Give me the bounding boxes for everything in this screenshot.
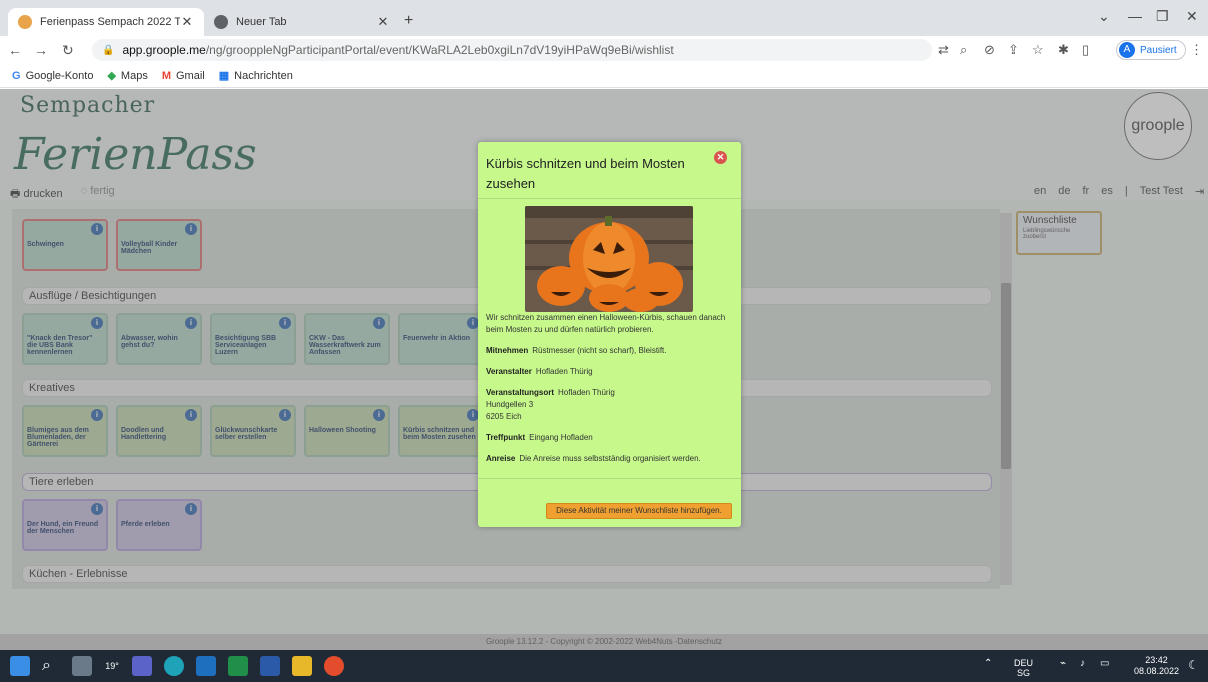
teams-icon[interactable]: [132, 656, 152, 676]
mitnehmen-value: Rüstmesser (nicht so scharf), Bleistift.: [532, 346, 667, 355]
browser-tab-bar: Ferienpass Sempach 2022 Test Te ✕ Neuer …: [0, 0, 1208, 36]
bookmark-star-icon[interactable]: ☆: [1032, 42, 1044, 58]
bookmark-label: Google-Konto: [25, 69, 94, 82]
ort-label: Veranstaltungsort: [486, 388, 555, 397]
maximize-icon[interactable]: ❐: [1156, 8, 1169, 25]
bookmark-label: Nachrichten: [234, 69, 293, 82]
eye-slash-icon[interactable]: ⊘: [984, 42, 995, 58]
treffpunkt-value: Eingang Hofladen: [529, 433, 593, 442]
network-icon[interactable]: ⌁: [1060, 658, 1066, 669]
add-to-wishlist-button[interactable]: Diese Aktivität meiner Wunschliste hinzu…: [546, 503, 732, 519]
tab-search-chevron-icon[interactable]: ⌄: [1098, 8, 1110, 25]
profile-button[interactable]: A Pausiert: [1116, 40, 1186, 60]
mitnehmen-label: Mitnehmen: [486, 346, 529, 355]
extensions-icon[interactable]: ✱: [1058, 42, 1069, 58]
modal-body: Wir schnitzen zusammen einen Halloween-K…: [486, 312, 734, 474]
url-path: /ng/grooppleNgParticipantPortal/event/KW…: [205, 43, 674, 57]
ferienpass-favicon-icon: [18, 15, 32, 29]
gmail-icon: M: [161, 69, 171, 82]
mitnehmen-row: Mitnehmen Rüstmesser (nicht so scharf), B…: [486, 345, 734, 357]
pumpkin-image: [525, 206, 693, 312]
chrome-favicon-icon: [214, 15, 228, 29]
bookmark-google-konto[interactable]: G Google-Konto: [12, 70, 93, 82]
share-icon[interactable]: ⇪: [1008, 42, 1019, 58]
side-panel-icon[interactable]: ▯: [1082, 42, 1089, 58]
ort-row: Veranstaltungsort Hofladen Thürig Hundgell…: [486, 387, 734, 423]
search-icon[interactable]: ⌕: [42, 656, 62, 676]
tab-title: Ferienpass Sempach 2022 Test Te: [40, 16, 180, 28]
close-tab-icon[interactable]: ✕: [180, 14, 194, 30]
avatar: A: [1119, 42, 1135, 58]
lock-icon[interactable]: 🔒: [102, 45, 114, 56]
word-icon[interactable]: [260, 656, 280, 676]
veranstalter-label: Veranstalter: [486, 367, 532, 376]
edge-icon[interactable]: [164, 656, 184, 676]
anreise-row: Anreise Die Anreise muss selbstständig or…: [486, 453, 734, 465]
bookmark-nachrichten[interactable]: ▦ Nachrichten: [218, 69, 293, 83]
outlook-icon[interactable]: [196, 656, 216, 676]
veranstalter-row: Veranstalter Hofladen Thürig: [486, 366, 734, 378]
chrome-icon[interactable]: [324, 656, 344, 676]
date: 08.08.2022: [1134, 666, 1180, 676]
modal-title: Kürbis schnitzen und beim Mosten zusehen: [486, 156, 685, 191]
ort-value: Hofladen Thürig: [558, 388, 615, 397]
zoom-icon[interactable]: ⌕: [960, 42, 967, 58]
google-icon: G: [12, 69, 21, 82]
battery-icon[interactable]: ▭: [1100, 658, 1109, 669]
profile-label: Pausiert: [1140, 44, 1177, 56]
anreise-label: Anreise: [486, 454, 516, 463]
windows-taskbar: ⌕ 19° ⌃ DEU SG ⌁ ♪ ▭ 23:42 08.08.2022 ☾: [0, 650, 1208, 682]
ort-city: 6205 Eich: [486, 412, 522, 421]
treffpunkt-label: Treffpunkt: [486, 433, 526, 442]
input-language-sub: SG: [1017, 668, 1031, 678]
divider: [478, 478, 741, 479]
windows-start-icon[interactable]: [10, 656, 30, 676]
bookmark-label: Gmail: [176, 69, 205, 82]
bookmark-label: Maps: [120, 69, 148, 82]
menu-kebab-icon[interactable]: ⋮: [1190, 42, 1203, 58]
treffpunkt-row: Treffpunkt Eingang Hofladen: [486, 432, 734, 444]
news-icon: ▦: [218, 70, 230, 82]
minimize-icon[interactable]: —: [1128, 8, 1142, 24]
tab-ferienpass[interactable]: Ferienpass Sempach 2022 Test Te ✕: [8, 8, 204, 36]
bookmark-gmail[interactable]: M Gmail: [162, 70, 205, 82]
url-host: app.groople.me: [122, 43, 206, 57]
bookmarks-bar: G Google-Konto ◆ Maps M Gmail ▦ Nachrich…: [0, 64, 1208, 88]
new-tab-plus-icon[interactable]: +: [404, 12, 413, 30]
forward-icon[interactable]: →: [34, 42, 48, 58]
maps-icon: ◆: [107, 70, 116, 82]
clock[interactable]: 23:42 08.08.2022: [1134, 655, 1179, 677]
excel-icon[interactable]: [228, 656, 248, 676]
input-language[interactable]: DEU SG: [1014, 658, 1033, 678]
volume-icon[interactable]: ♪: [1080, 658, 1085, 669]
time: 23:42: [1145, 655, 1168, 665]
close-modal-icon[interactable]: ✕: [714, 151, 727, 164]
activity-description: Wir schnitzen zusammen einen Halloween-K…: [486, 313, 726, 334]
divider: [478, 198, 741, 199]
notification-icon[interactable]: ☾: [1188, 658, 1199, 672]
close-window-icon[interactable]: ✕: [1186, 8, 1198, 25]
bookmark-maps[interactable]: ◆ Maps: [107, 69, 148, 83]
address-bar-row: ← → ↻ 🔒 app.groople.me /ng/grooppleNgPar…: [0, 36, 1208, 64]
input-language-code: DEU: [1014, 658, 1034, 668]
task-view-icon[interactable]: [72, 656, 92, 676]
tab-title: Neuer Tab: [236, 16, 287, 28]
translate-icon[interactable]: ⇄: [938, 42, 949, 58]
activity-detail-modal: Kürbis schnitzen und beim Mosten zusehen…: [478, 142, 741, 527]
tray-chevron-icon[interactable]: ⌃: [984, 658, 992, 669]
veranstalter-value: Hofladen Thürig: [535, 367, 593, 376]
weather-icon[interactable]: 19°: [102, 656, 122, 676]
tab-new-tab[interactable]: Neuer Tab ✕: [204, 8, 400, 36]
anreise-value: Die Anreise muss selbstständig organisie…: [519, 454, 701, 463]
back-icon[interactable]: ←: [8, 42, 22, 58]
close-tab-icon[interactable]: ✕: [376, 14, 390, 30]
reload-icon[interactable]: ↻: [62, 42, 74, 59]
url-bar[interactable]: 🔒 app.groople.me /ng/grooppleNgParticipa…: [92, 39, 932, 61]
file-explorer-icon[interactable]: [292, 656, 312, 676]
ort-street: Hundgellen 3: [486, 400, 534, 409]
